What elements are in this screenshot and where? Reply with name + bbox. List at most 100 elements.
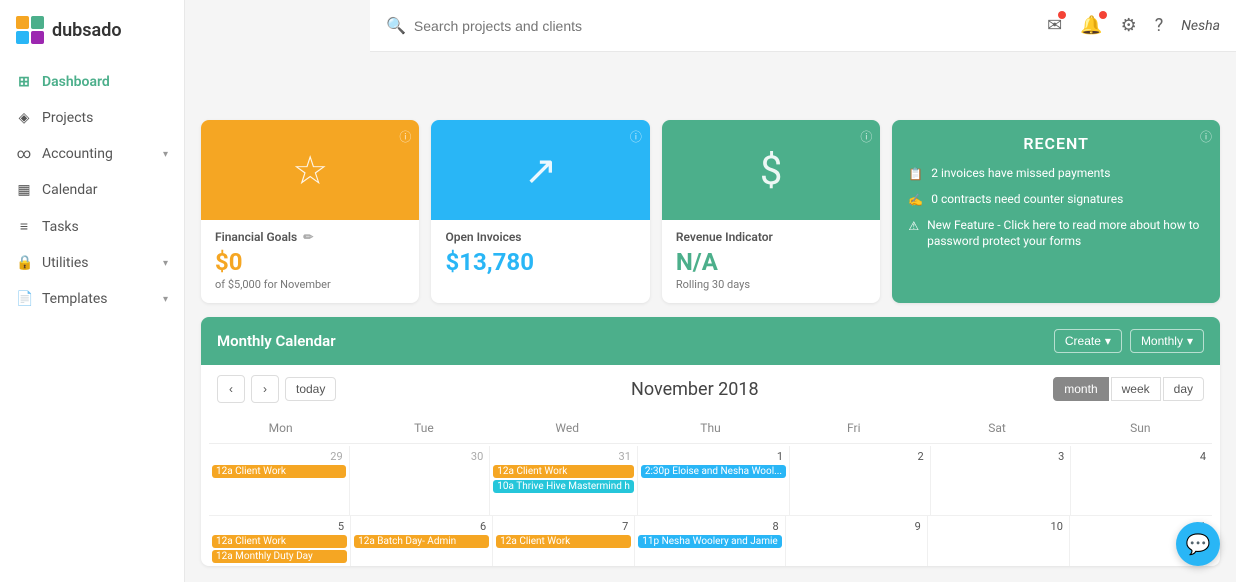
cal-days-header: Mon Tue Wed Thu Fri Sat Sun [209,413,1212,444]
chevron-down-icon: ▾ [163,294,168,305]
day-header-thu: Thu [639,417,782,439]
calendar-title: Monthly Calendar [217,332,336,350]
cal-nav-left: ‹ › today [217,375,336,403]
cal-cell-29: 29 12a Client Work [209,446,350,515]
today-button[interactable]: today [285,377,336,401]
revenue-card-label: Revenue Indicator [676,230,866,244]
cal-cell-2: 2 [790,446,931,515]
cal-cell-6: 6 12a Batch Day- Admin [351,516,493,566]
info-icon[interactable]: ⓘ [860,128,872,145]
search-icon: 🔍 [386,16,406,35]
event-client-work-7[interactable]: 12a Client Work [496,535,631,548]
sidebar: dubsado ⊞ Dashboard ◈ Projects ∞ Account… [0,0,185,582]
invoice-icon: 📋 [908,166,923,183]
sidebar-item-label: Templates [42,291,108,307]
event-client-work-29[interactable]: 12a Client Work [212,465,346,478]
sidebar-item-label: Accounting [42,146,113,162]
cal-cell-3: 3 [931,446,1072,515]
invoices-card-body: Open Invoices $13,780 [431,220,649,290]
cal-cell-1: 1 2:30p Eloise and Nesha Wool... [638,446,790,515]
mail-badge [1058,11,1066,19]
event-client-work-5[interactable]: 12a Client Work [212,535,347,548]
settings-button[interactable]: ⚙ [1121,15,1137,36]
cal-cell-10: 10 [928,516,1070,566]
sidebar-item-accounting[interactable]: ∞ Accounting ▾ [0,136,184,172]
cal-cell-8: 8 11p Nesha Woolery and Jamie [635,516,785,566]
contract-icon: ✍ [908,192,923,209]
event-thrive-hive-31[interactable]: 10a Thrive Hive Mastermind h [493,480,634,493]
warning-icon: ⚠ [908,218,919,235]
sidebar-item-tasks[interactable]: ≡ Tasks [0,208,184,245]
recent-item-3[interactable]: ⚠ New Feature - Click here to read more … [908,217,1204,251]
event-nesha-8[interactable]: 11p Nesha Woolery and Jamie [638,535,781,548]
prev-month-button[interactable]: ‹ [217,375,245,403]
financial-card-body: Financial Goals ✏ $0 of $5,000 for Novem… [201,220,419,303]
notifications-button[interactable]: 🔔 [1080,15,1102,36]
card-top-financial: ☆ ⓘ [201,120,419,220]
sidebar-item-templates[interactable]: 📄 Templates ▾ [0,281,184,317]
recent-title: RECENT [908,134,1204,153]
info-icon[interactable]: ⓘ [630,128,642,145]
sidebar-item-calendar[interactable]: ▦ Calendar [0,172,184,208]
financial-goals-card: ☆ ⓘ Financial Goals ✏ $0 of $5,000 for N… [201,120,419,303]
mail-button[interactable]: ✉ [1047,15,1062,36]
calendar-header: Monthly Calendar Create ▾ Monthly ▾ [201,317,1220,365]
invoices-card-value: $13,780 [445,248,635,276]
sidebar-item-dashboard[interactable]: ⊞ Dashboard [0,64,184,100]
event-monthly-duty-5[interactable]: 12a Monthly Duty Day [212,550,347,563]
calendar-week-1: 29 12a Client Work 30 31 12a Client Work… [209,446,1212,516]
info-icon[interactable]: ⓘ [399,128,411,145]
calendar-header-actions: Create ▾ Monthly ▾ [1054,329,1204,353]
sidebar-item-label: Tasks [42,219,79,235]
revenue-card-subtext: Rolling 30 days [676,278,866,291]
week-view-button[interactable]: week [1111,377,1161,401]
day-header-fri: Fri [782,417,925,439]
event-batch-day-6[interactable]: 12a Batch Day- Admin [354,535,489,548]
calendar-section: Monthly Calendar Create ▾ Monthly ▾ ‹ › [201,317,1220,566]
day-header-wed: Wed [496,417,639,439]
cards-row: ☆ ⓘ Financial Goals ✏ $0 of $5,000 for N… [201,120,1220,303]
day-view-button[interactable]: day [1163,377,1204,401]
help-button[interactable]: ? [1155,15,1164,36]
info-icon[interactable]: ⓘ [1200,128,1212,145]
monthly-button[interactable]: Monthly ▾ [1130,329,1204,353]
calendar-nav: ‹ › today November 2018 month week day [201,365,1220,413]
calendar-month-title: November 2018 [631,379,759,400]
calendar-week-2: 5 12a Client Work 12a Monthly Duty Day 6… [209,516,1212,566]
financial-card-label: Financial Goals ✏ [215,230,405,244]
revenue-card-value: N/A [676,248,866,276]
utilities-icon: 🔒 [16,255,32,271]
recent-item-1[interactable]: 📋 2 invoices have missed payments [908,165,1204,183]
open-invoices-card: ↗ ⓘ Open Invoices $13,780 [431,120,649,303]
next-month-button[interactable]: › [251,375,279,403]
event-client-work-31[interactable]: 12a Client Work [493,465,634,478]
edit-icon[interactable]: ✏ [303,230,313,244]
tasks-icon: ≡ [16,218,32,235]
day-header-mon: Mon [209,417,352,439]
event-eloise-nesha-1[interactable]: 2:30p Eloise and Nesha Wool... [641,465,786,478]
card-top-invoices: ↗ ⓘ [431,120,649,220]
search-area: 🔍 [386,16,1035,35]
invoices-card-label: Open Invoices [445,230,635,244]
calendar-grid: Mon Tue Wed Thu Fri Sat Sun 29 12a Clien… [201,413,1220,566]
chevron-down-icon: ▾ [163,149,168,160]
main-content: ☆ ⓘ Financial Goals ✏ $0 of $5,000 for N… [185,52,1236,582]
cal-cell-5: 5 12a Client Work 12a Monthly Duty Day [209,516,351,566]
cal-cell-9: 9 [786,516,928,566]
month-view-button[interactable]: month [1053,377,1108,401]
create-button[interactable]: Create ▾ [1054,329,1122,353]
cal-cell-31: 31 12a Client Work 10a Thrive Hive Maste… [490,446,638,515]
sidebar-item-utilities[interactable]: 🔒 Utilities ▾ [0,245,184,281]
chat-button[interactable]: 💬 [1176,522,1220,566]
search-input[interactable] [414,18,595,34]
cal-cell-30: 30 [350,446,491,515]
user-avatar[interactable]: Nesha [1181,18,1220,34]
revenue-indicator-card: $ ⓘ Revenue Indicator N/A Rolling 30 day… [662,120,880,303]
topbar-icons: ✉ 🔔 ⚙ ? Nesha [1047,15,1220,36]
sidebar-item-projects[interactable]: ◈ Projects [0,100,184,136]
recent-item-2[interactable]: ✍ 0 contracts need counter signatures [908,191,1204,209]
cal-cell-7: 7 12a Client Work [493,516,635,566]
card-top-revenue: $ ⓘ [662,120,880,220]
calendar-icon: ▦ [16,182,32,198]
trending-up-icon: ↗ [524,147,558,194]
